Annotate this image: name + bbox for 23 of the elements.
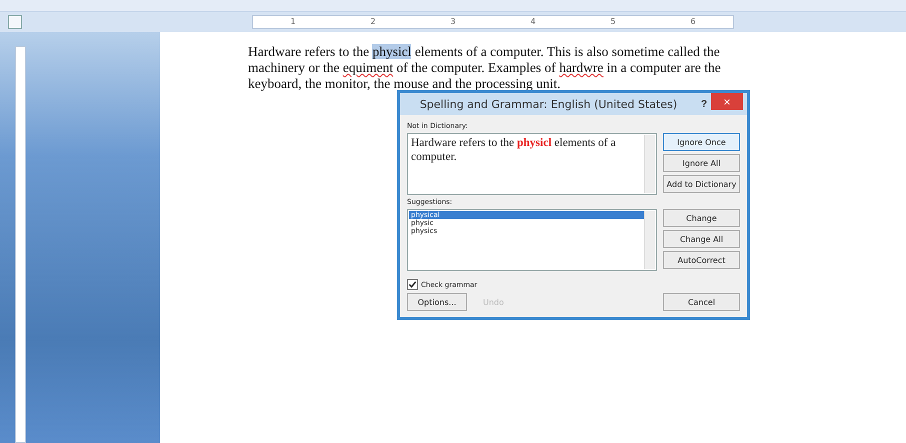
dialog-button[interactable]: Add to Dictionary	[663, 175, 740, 193]
options-button[interactable]: Options...	[407, 293, 467, 311]
ruler-number: 3	[450, 18, 456, 26]
scrollbar[interactable]	[644, 135, 655, 193]
cancel-button[interactable]: Cancel	[663, 293, 740, 311]
sentence-text-box[interactable]: Hardware refers to the physicl elements of a computer.	[407, 133, 657, 195]
dialog-button[interactable]: AutoCorrect	[663, 251, 740, 269]
ruler-number: 2	[370, 18, 376, 26]
dialog-button[interactable]: Ignore All	[663, 154, 740, 172]
tab-selector-button[interactable]	[8, 15, 22, 29]
close-button[interactable]: ×	[711, 93, 743, 110]
ruler-number: 6	[690, 18, 696, 26]
dialog-button[interactable]: Ignore Once	[663, 133, 740, 151]
document-paragraph: Hardware refers to the physicl elements of a computer. This is also sometime called the machinery or the equiment of the computer. Examples of hardwre in a computer are the keyboard, the monitor, the mouse and the processing unit.	[248, 44, 722, 92]
scrollbar[interactable]	[644, 211, 655, 269]
dialog-button[interactable]: Change	[663, 209, 740, 227]
ruler-number: 4	[530, 18, 536, 26]
ruler-number: 5	[610, 18, 616, 26]
help-button[interactable]: ?	[697, 98, 711, 110]
dialog-title: Spelling and Grammar: English (United States)	[418, 98, 678, 110]
ruler-number: 1	[290, 18, 296, 26]
checkbox[interactable]	[407, 279, 418, 290]
dialog-button[interactable]: Change All	[663, 230, 740, 248]
